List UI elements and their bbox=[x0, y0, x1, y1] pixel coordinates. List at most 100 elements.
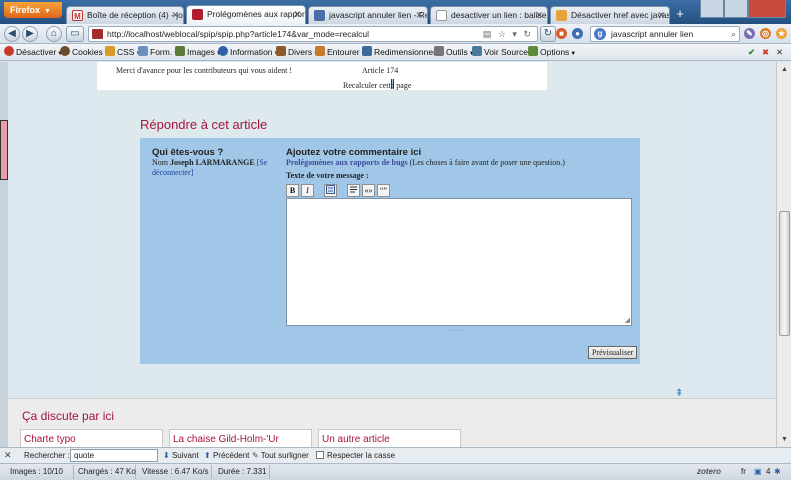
form-icon bbox=[138, 46, 148, 56]
home-button[interactable]: ⌂ bbox=[46, 26, 62, 42]
search-icon[interactable]: ⌕ bbox=[731, 27, 736, 41]
vertical-scrollbar[interactable]: ▲ ▼ bbox=[776, 62, 791, 462]
web-developer-toolbar: Désactiver▼ Cookies▼ CSS▼ Form.▼ Images▼… bbox=[0, 44, 791, 61]
google-icon[interactable]: g bbox=[594, 28, 606, 40]
tab-label: Boîte de réception (4) - jose... bbox=[87, 10, 183, 20]
devbar-label: Form. bbox=[150, 47, 173, 57]
devbar-label: Entourer bbox=[327, 47, 360, 57]
textarea-grip[interactable]: ..... bbox=[450, 327, 463, 333]
tab-prolegomenes[interactable]: Prolégomènes aux rapports... ✕ bbox=[186, 5, 306, 24]
devbar-css[interactable]: CSS▼ bbox=[105, 46, 141, 59]
article-description: (Les choses à faire avant de poser une q… bbox=[409, 158, 565, 167]
tab-inbox[interactable]: M Boîte de réception (4) - jose... ✕ bbox=[66, 6, 184, 24]
match-case-checkbox[interactable]: Respecter la casse bbox=[316, 451, 395, 460]
find-input[interactable]: quote bbox=[70, 449, 158, 462]
new-tab-button[interactable]: + bbox=[672, 7, 688, 23]
highlight-all-button[interactable]: ✎ Tout surligner bbox=[252, 451, 309, 460]
url-bar[interactable]: http://localhost/weblocal/spip/spip.php?… bbox=[88, 26, 538, 42]
wrench-icon bbox=[434, 46, 444, 56]
gmail-icon: M bbox=[72, 10, 83, 21]
recalc-link[interactable]: Recalculer cette page bbox=[343, 81, 411, 90]
language-indicator[interactable]: fr bbox=[741, 465, 746, 479]
find-previous-label: Précédent bbox=[212, 451, 250, 460]
extension-icon[interactable]: ✎ bbox=[744, 28, 755, 39]
page-icon bbox=[556, 10, 567, 21]
tab-desactiver-lien[interactable]: desactiver un lien : balise "a... ✕ bbox=[430, 6, 548, 24]
devbar-label: CSS bbox=[117, 47, 135, 57]
stop-icon[interactable]: ■ bbox=[556, 28, 567, 39]
status-images: Images : 10/10 bbox=[6, 465, 74, 479]
article-number: Article 174 bbox=[362, 66, 399, 75]
maximize-button[interactable] bbox=[724, 0, 748, 18]
find-previous-button[interactable]: ⬆ Précédent bbox=[204, 451, 249, 460]
who-prefix: Nom bbox=[152, 158, 168, 167]
page-viewport: Merci d'avance pour les contributeurs qu… bbox=[0, 62, 776, 462]
close-icon[interactable]: ✕ bbox=[4, 450, 12, 461]
scroll-up-icon[interactable]: ▲ bbox=[779, 64, 790, 75]
window-close-button[interactable] bbox=[748, 0, 786, 18]
close-icon[interactable]: ✕ bbox=[535, 7, 543, 23]
puzzle-icon[interactable]: ✱ bbox=[774, 465, 781, 479]
reload-button[interactable]: ↻ bbox=[540, 26, 556, 42]
scroll-down-icon[interactable]: ▼ bbox=[779, 434, 790, 445]
toolbar-close-icon[interactable]: ✕ bbox=[776, 46, 783, 59]
find-next-button[interactable]: ⬇ Suivant bbox=[163, 451, 199, 460]
scroll-thumb[interactable] bbox=[779, 211, 790, 336]
resize-handle-icon[interactable]: ◢ bbox=[625, 316, 630, 324]
paragraph-icon bbox=[350, 186, 357, 193]
back-button[interactable]: ◀ bbox=[4, 26, 20, 42]
guillemets-button[interactable]: «» bbox=[362, 184, 375, 197]
error-icon[interactable]: ✖ bbox=[762, 46, 769, 59]
close-icon[interactable]: ✕ bbox=[415, 7, 423, 23]
close-icon[interactable]: ✕ bbox=[293, 6, 301, 22]
message-textarea[interactable]: ◢ bbox=[286, 198, 632, 326]
article-link[interactable]: Prolégomènes aux rapports de bugs bbox=[286, 158, 408, 167]
italic-button[interactable]: I bbox=[301, 184, 314, 197]
devbar-options[interactable]: Options▼ bbox=[528, 46, 576, 59]
comment-subtitle: Prolégomènes aux rapports de bugs (Les c… bbox=[286, 158, 565, 167]
close-icon[interactable]: ✕ bbox=[171, 7, 179, 23]
cookie-icon bbox=[60, 46, 70, 56]
bold-button[interactable]: B bbox=[286, 184, 299, 197]
tab-desactiver-href[interactable]: Désactiver href avec javascr... ✕ bbox=[550, 6, 670, 24]
tab-label: Prolégomènes aux rapports... bbox=[207, 9, 305, 19]
status-count: 4 bbox=[766, 467, 771, 476]
tab-javascript-annuler[interactable]: javascript annuler lien - Rec... ✕ bbox=[308, 6, 428, 24]
forward-button[interactable]: ▶ bbox=[22, 26, 38, 42]
side-panel-tab[interactable] bbox=[0, 120, 8, 180]
comment-title: Ajoutez votre commentaire ici bbox=[286, 147, 422, 158]
devbar-outline[interactable]: Entourer▼ bbox=[315, 46, 367, 59]
devbar-misc[interactable]: Divers▼ bbox=[276, 46, 319, 59]
devbar-tools[interactable]: Outils▼ bbox=[434, 46, 475, 59]
chevron-down-icon: ▼ bbox=[44, 8, 51, 15]
quotes-button[interactable]: “” bbox=[377, 184, 390, 197]
devbar-disable[interactable]: Désactiver▼ bbox=[4, 46, 63, 59]
close-icon[interactable]: ✕ bbox=[657, 7, 665, 23]
zotero-button[interactable]: zotero bbox=[697, 465, 721, 479]
addon-bar-icon[interactable]: ★ bbox=[776, 28, 787, 39]
preview-button[interactable]: Prévisualiser bbox=[588, 346, 638, 359]
devbar-images[interactable]: Images▼ bbox=[175, 46, 222, 59]
devbar-cookies[interactable]: Cookies▼ bbox=[60, 46, 110, 59]
addon-icon[interactable]: ● bbox=[572, 28, 583, 39]
downloads-icon[interactable]: ◎ bbox=[760, 28, 771, 39]
devbar-label: Images bbox=[187, 47, 215, 57]
status-loaded: Chargés : 47 Ko bbox=[74, 465, 136, 479]
devbar-information[interactable]: Information▼ bbox=[218, 46, 279, 59]
paragraph-button[interactable] bbox=[347, 184, 360, 197]
devbar-label: Information bbox=[230, 47, 273, 57]
who-info: Nom Joseph LARMARANGE [Se déconnecter] bbox=[152, 158, 282, 178]
tab-group-button[interactable]: ▭ bbox=[66, 26, 84, 42]
navigation-bar: ◀ ▶ ⌂ ▭ http://localhost/weblocal/spip/s… bbox=[0, 24, 791, 44]
firefox-menu-button[interactable]: Firefox ▼ bbox=[4, 2, 62, 18]
validation-ok-icon[interactable]: ✔ bbox=[748, 46, 755, 59]
search-bar[interactable]: g javascript annuler lien ⌕ bbox=[590, 26, 740, 42]
devbar-view-source[interactable]: Voir Source▼ bbox=[472, 46, 535, 59]
devbar-form[interactable]: Form.▼ bbox=[138, 46, 179, 59]
toolbox-icon bbox=[276, 46, 286, 56]
link-button[interactable] bbox=[324, 184, 337, 197]
addon-status-icon[interactable]: ▣ bbox=[754, 465, 762, 479]
devbar-resize[interactable]: Redimensionner▼ bbox=[362, 46, 443, 59]
bookmark-star-icon[interactable]: ▤ ☆ ▾ ↻ bbox=[483, 27, 533, 41]
minimize-button[interactable] bbox=[700, 0, 724, 18]
